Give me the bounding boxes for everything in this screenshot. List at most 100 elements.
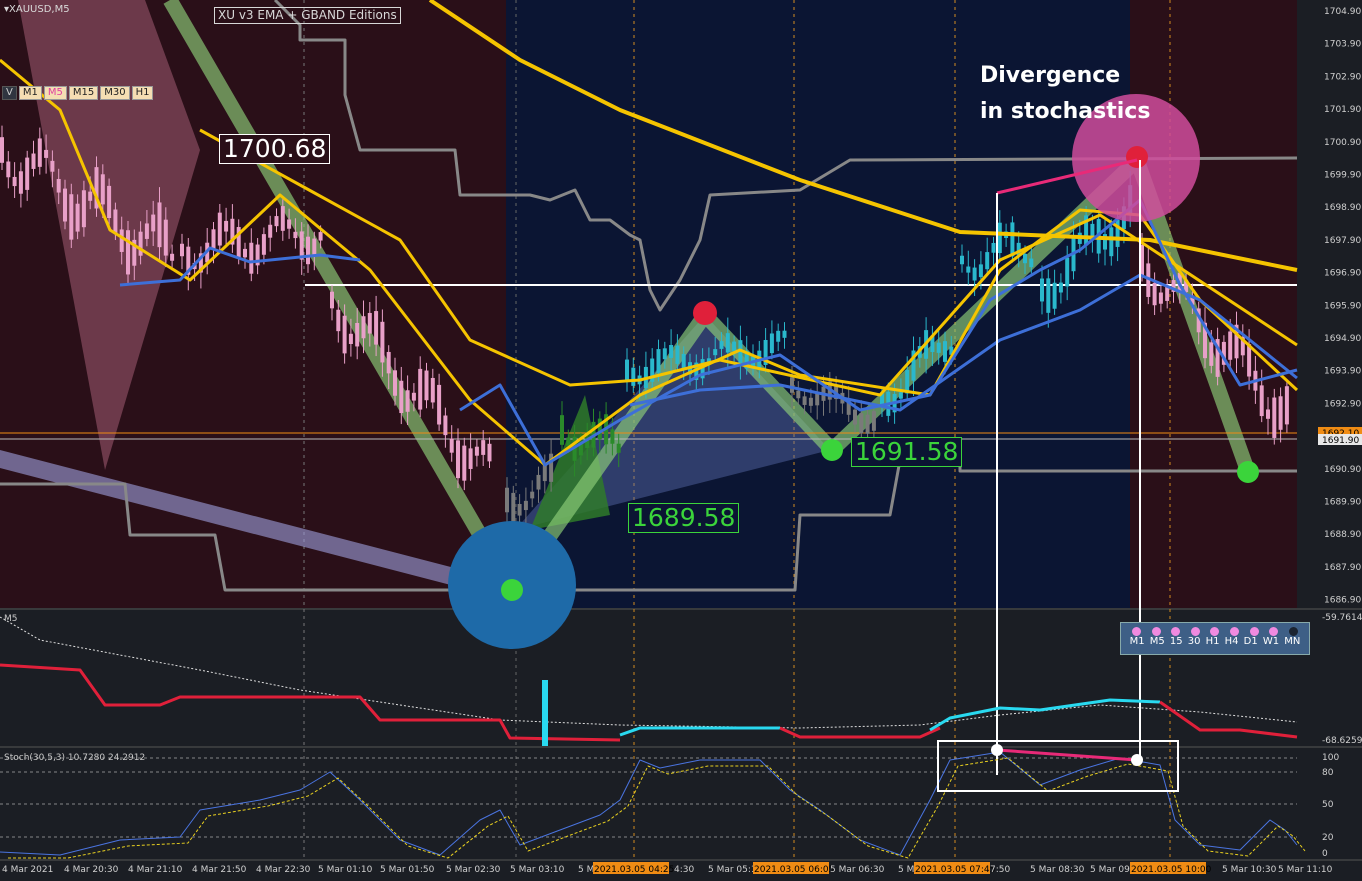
price-tick-label: 1687.90	[1324, 563, 1361, 573]
candle	[217, 212, 222, 246]
candle	[261, 234, 266, 255]
mtf-panel[interactable]: M1 M5 15 30 H1 H4 D1 W1 MN	[1120, 622, 1310, 655]
stoch-label: Stoch(30,5,3) 10.7280 24.2912	[4, 753, 146, 763]
candle	[63, 188, 67, 222]
candle	[610, 429, 615, 444]
price-tick-label: 1694.90	[1324, 334, 1361, 344]
candle	[224, 220, 229, 232]
pane2-label: M5	[4, 614, 18, 624]
candle	[180, 243, 184, 257]
time-tick-label: 5 Mar 10:30	[1222, 865, 1277, 875]
candle	[405, 390, 410, 412]
candle	[367, 312, 372, 334]
candle	[523, 500, 528, 511]
candle	[330, 291, 334, 309]
mtf-label: H4	[1224, 636, 1239, 647]
candle	[88, 191, 93, 201]
candle	[1284, 386, 1289, 425]
candle	[631, 367, 636, 386]
divergence-dot	[991, 744, 1003, 756]
candle	[342, 315, 347, 354]
candle	[424, 370, 429, 401]
candle	[399, 380, 404, 414]
candle	[393, 370, 397, 396]
mtf-labels: M1 M5 15 30 H1 H4 D1 W1 MN	[1121, 636, 1309, 647]
candle	[966, 266, 971, 273]
tf-button-m30[interactable]: M30	[100, 86, 130, 100]
mtf-dot	[1151, 627, 1161, 636]
annotation-line-1: Divergence	[980, 63, 1121, 88]
candle	[997, 222, 1002, 254]
candle	[616, 443, 621, 453]
tf-button-h1[interactable]: H1	[131, 86, 154, 100]
pivot-dot-red	[1126, 146, 1148, 168]
candle	[1259, 385, 1264, 417]
candle	[411, 392, 416, 401]
mtf-label: 15	[1169, 636, 1183, 647]
candle	[853, 409, 857, 425]
candle	[280, 206, 285, 231]
mtf-dot	[1210, 627, 1220, 636]
time-tick-label: 5 Mar 08:30	[1030, 865, 1085, 875]
candle	[293, 231, 298, 239]
candle	[669, 345, 674, 358]
candle	[1247, 344, 1252, 377]
candle	[437, 384, 442, 425]
candle	[474, 446, 479, 456]
time-tick-label: 5 Mar 02:30	[446, 865, 501, 875]
tf-button-v[interactable]: V	[2, 86, 17, 100]
candle	[1029, 258, 1034, 268]
divergence-annotation: Divergence in stochastics	[980, 58, 1150, 130]
candle	[871, 411, 876, 431]
candle	[119, 229, 124, 252]
candle	[1052, 282, 1057, 309]
candle	[126, 230, 130, 275]
pane2-bottom-label: -68.6259	[1322, 736, 1362, 746]
candle	[536, 474, 541, 490]
tf-button-m1[interactable]: M1	[18, 86, 42, 100]
candle	[56, 178, 61, 193]
low-price-label-2: 1691.58	[851, 437, 963, 467]
candle	[776, 330, 781, 342]
stoch-level-label: 20	[1322, 833, 1334, 843]
candle	[1023, 253, 1027, 264]
mtf-label: MN	[1284, 636, 1301, 647]
indicator-title: XU v3 EMA + GBAND Editions	[214, 7, 401, 24]
mtf-dot	[1230, 627, 1239, 636]
time-tick-label: 4:30	[674, 865, 694, 875]
time-tick-label: 4 Mar 22:30	[256, 865, 311, 875]
annotation-line-2: in stochastics	[980, 99, 1151, 124]
stoch-level-label: 100	[1322, 753, 1339, 763]
candle	[943, 341, 947, 362]
mtf-dot	[1171, 627, 1181, 636]
time-tick-label: 5 Mar 09:	[1090, 865, 1133, 875]
time-tick-label: 4 Mar 2021	[2, 865, 53, 875]
price-tick-label: 1703.90	[1324, 40, 1361, 50]
mtf-dot	[1190, 627, 1200, 636]
time-tick-label: 2021.03.05 10:00	[1131, 865, 1212, 875]
mtf-dot	[1132, 627, 1142, 636]
candle	[530, 491, 535, 499]
candle	[107, 185, 112, 219]
candle	[25, 157, 30, 190]
candle	[1152, 282, 1157, 306]
price-tick-label: 1693.90	[1324, 367, 1361, 377]
candle	[113, 209, 118, 234]
candle	[597, 418, 602, 440]
price-tick-label: 1699.90	[1324, 171, 1361, 181]
candle	[713, 349, 718, 356]
price-tick-label: 1692.90	[1324, 399, 1361, 409]
time-tick-label: 4 Mar 21:10	[128, 865, 183, 875]
candle	[991, 242, 996, 253]
time-tick-label: 4 Mar 20:30	[64, 865, 119, 875]
candle	[336, 309, 341, 332]
chart-canvas[interactable]: 1704.90 1703.90 1702.90 1701.90 1700.90 1699.…	[0, 0, 1362, 881]
tf-button-m15[interactable]: M15	[68, 86, 99, 100]
candle	[681, 353, 686, 370]
time-tick-label: 5 M	[578, 865, 594, 875]
candle	[1158, 292, 1163, 304]
tf-button-m5[interactable]: M5	[43, 86, 67, 100]
time-tick-label: 5 Mar 11:10	[1278, 865, 1333, 875]
symbol-label: ▾XAUUSD,M5	[4, 4, 70, 15]
candle	[936, 342, 941, 353]
